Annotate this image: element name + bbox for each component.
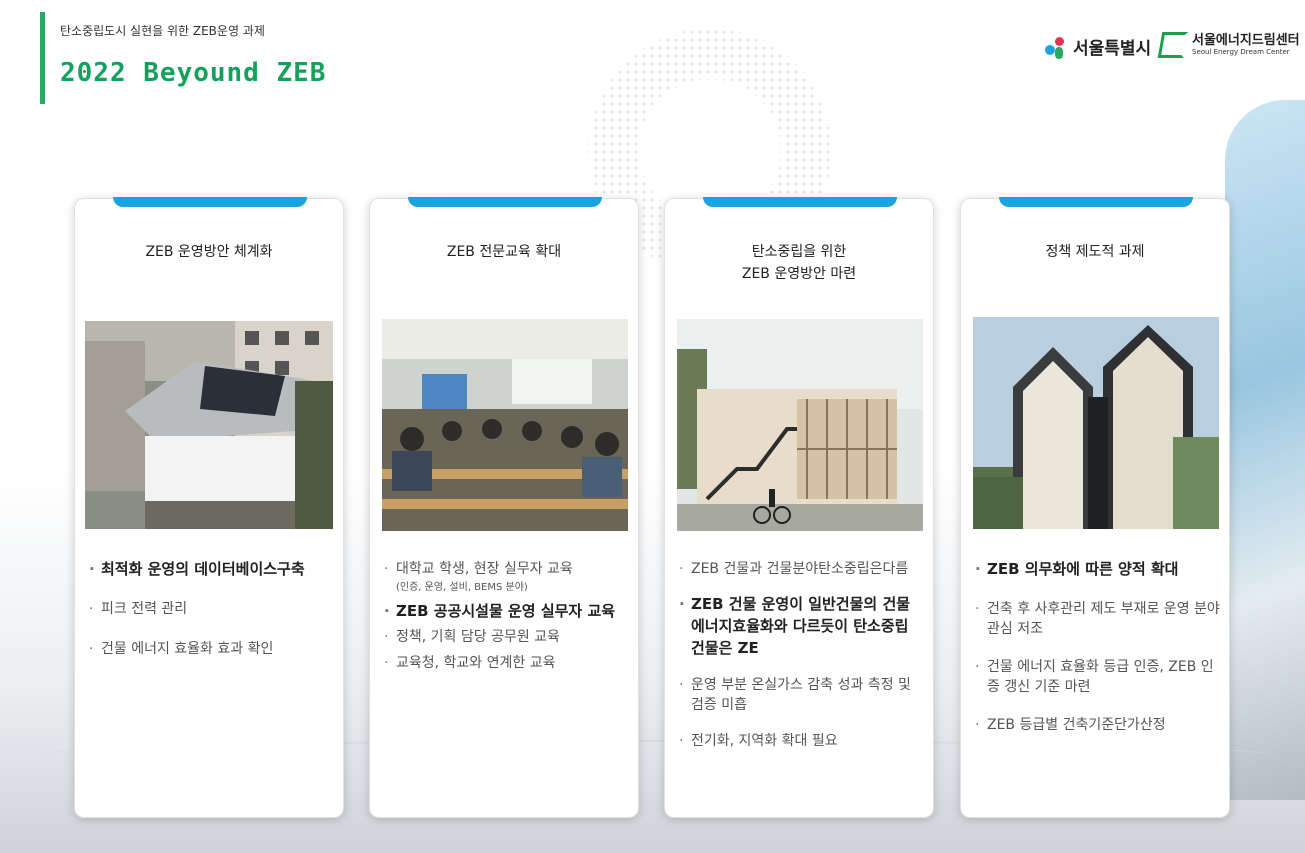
- seoul-logo: 서울특별시: [1043, 34, 1151, 59]
- list-item: 최적화 운영의 데이터베이스구축: [87, 559, 337, 579]
- card-title: ZEB 전문교육 확대: [446, 244, 562, 260]
- list-item: ZEB 의무화에 따른 양적 확대: [973, 559, 1223, 579]
- list-item: 전기화, 지역화 확대 필요: [677, 731, 927, 751]
- page-title: 2022 Beyound ZEB: [60, 58, 327, 88]
- photo-solar-roof-building: [85, 321, 333, 529]
- list-item: 건물 에너지 효율화 효과 확인: [87, 639, 337, 659]
- list-item: 교육청, 학교와 연계한 교육: [382, 653, 632, 673]
- seoul-symbol-icon: [1043, 35, 1069, 59]
- bullet-list: ZEB 의무화에 따른 양적 확대 건축 후 사후관리 제도 부재로 운영 분야…: [973, 559, 1223, 735]
- photo-seminar-classroom: [382, 319, 628, 531]
- card-tab: [408, 197, 602, 207]
- bullet-list: ZEB 건물과 건물분야탄소중립은다름 ZEB 건물 운영이 일반건물의 건물 …: [677, 559, 927, 751]
- photo-wooden-building-cyclist: [677, 319, 923, 531]
- card-title: 정책 제도적 과제: [1045, 244, 1145, 260]
- card-policy-tasks: 정책 제도적 과제 ZEB 의무화에 따른 양적 확대 건축 후 사후관리 제도…: [960, 197, 1230, 818]
- card-title: ZEB 운영방안 체계화: [145, 244, 273, 260]
- seoul-logo-text: 서울특별시: [1073, 39, 1152, 59]
- list-item: 운영 부분 온실가스 감축 성과 측정 및 검증 미흡: [677, 675, 927, 715]
- card-tab: [999, 197, 1193, 207]
- accent-bar: [40, 12, 45, 104]
- list-item: ZEB 건물과 건물분야탄소중립은다름: [677, 559, 927, 579]
- card-carbon-neutral-zeb: 탄소중립을 위한 ZEB 운영방안 마련 ZEB 건물과 건물분야탄소중립은다름…: [664, 197, 934, 818]
- card-zeb-education: ZEB 전문교육 확대 대학교 학생, 현장 실무자 교육 (인증, 운영, 설…: [369, 197, 639, 818]
- card-zeb-operation-system: ZEB 운영방안 체계화 최적화 운영의 데이터베이스구축 피크 전력 관리 건…: [74, 197, 344, 818]
- card-tab: [703, 197, 897, 207]
- list-item: ZEB 건물 운영이 일반건물의 건물 에너지효율화와 다르듯이 탄소중립 건물…: [677, 593, 927, 659]
- list-item: 건축 후 사후관리 제도 부재로 운영 분야 관심 저조: [973, 599, 1223, 639]
- energy-dream-center-logo: 서울에너지드림센터 Seoul Energy Dream Center: [1157, 32, 1300, 58]
- card-title: 탄소중립을 위한 ZEB 운영방안 마련: [741, 244, 857, 282]
- center-name-en: Seoul Energy Dream Center: [1192, 47, 1290, 56]
- list-item-note: (인증, 운영, 설비, BEMS 분야): [396, 582, 528, 593]
- bullet-list: 대학교 학생, 현장 실무자 교육 (인증, 운영, 설비, BEMS 분야) …: [382, 559, 632, 673]
- energy-dream-center-icon: [1157, 32, 1189, 58]
- list-item: 건물 에너지 효율화 등급 인증, ZEB 인증 갱신 기준 마련: [973, 657, 1223, 697]
- card-tab: [113, 197, 307, 207]
- glass-building-decoration: [1225, 100, 1305, 800]
- center-name: 서울에너지드림센터: [1192, 32, 1300, 48]
- bullet-list: 최적화 운영의 데이터베이스구축 피크 전력 관리 건물 에너지 효율화 효과 …: [87, 559, 337, 659]
- list-item: ZEB 공공시설물 운영 실무자 교육: [382, 601, 632, 621]
- list-item: 정책, 기획 담당 공무원 교육: [382, 627, 632, 647]
- list-item: ZEB 등급별 건축기준단가산정: [973, 715, 1223, 735]
- list-item: 대학교 학생, 현장 실무자 교육: [382, 559, 632, 579]
- list-item: 피크 전력 관리: [87, 599, 337, 619]
- page-subtitle: 탄소중립도시 실현을 위한 ZEB운영 과제: [60, 24, 265, 38]
- photo-modern-gable-building: [973, 317, 1219, 529]
